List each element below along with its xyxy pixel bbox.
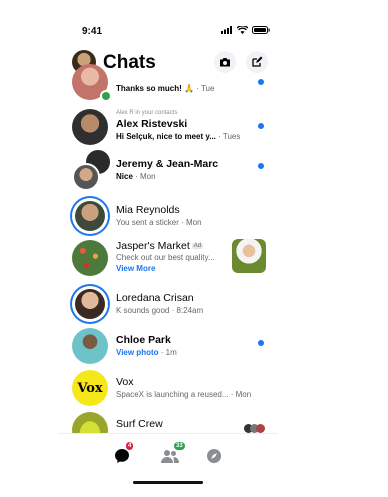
chats-badge: 4	[126, 442, 134, 450]
chat-name: Vox	[116, 376, 134, 388]
tab-chats[interactable]: 4	[110, 442, 134, 468]
online-indicator	[100, 90, 112, 102]
chat-row-chloe-park[interactable]: Chloe Park View photo · 1m	[58, 326, 278, 372]
avatar	[72, 240, 108, 276]
chat-preview: Hi Selçuk, nice to meet y... · Tues	[116, 132, 241, 141]
wifi-icon	[237, 26, 248, 34]
battery-icon	[252, 26, 270, 34]
unread-dot	[258, 163, 264, 169]
chat-row-vox[interactable]: Vox Vox SpaceX is launching a reused... …	[58, 368, 278, 414]
messenger-screen: 9:41 Chats Thanks so much! 🙏 · Tue Alex …	[58, 0, 278, 497]
chat-name: Loredana Crisan	[116, 292, 194, 304]
chat-row-loredana-crisan[interactable]: Loredana Crisan K sounds good · 8:24am	[58, 284, 278, 330]
contact-context: Alex R in your contacts	[116, 110, 178, 116]
unread-dot	[258, 340, 264, 346]
group-avatar-front	[72, 163, 100, 191]
ad-thumbnail[interactable]	[232, 239, 266, 273]
chat-name: Chloe Park	[116, 334, 171, 346]
avatar	[72, 198, 108, 234]
ad-badge: Ad	[191, 243, 204, 249]
chat-name: Mia Reynolds	[116, 204, 180, 216]
status-bar: 9:41	[58, 0, 278, 40]
home-indicator	[133, 481, 203, 484]
chat-bubble-icon	[115, 449, 129, 463]
people-icon	[161, 450, 179, 463]
signal-icon	[221, 26, 232, 34]
compass-icon	[207, 449, 221, 463]
chat-preview: View photo · 1m	[116, 348, 177, 357]
unread-dot	[258, 123, 264, 129]
unread-dot	[258, 79, 264, 85]
tab-discover[interactable]	[202, 444, 226, 468]
tab-people[interactable]: 33	[158, 442, 185, 468]
vox-logo: Vox	[77, 380, 103, 396]
chat-name: Surf Crew	[116, 418, 163, 430]
compose-icon	[252, 56, 263, 67]
chat-name: Jasper's Market Ad	[116, 240, 204, 252]
chat-name: Jeremy & Jean-Marc	[116, 158, 219, 170]
chat-row-mia-reynolds[interactable]: Mia Reynolds You sent a sticker · Mon	[58, 196, 278, 242]
avatar: Vox	[72, 370, 108, 406]
view-more-link[interactable]: View More	[116, 264, 155, 273]
avatar	[72, 286, 108, 322]
system-icons	[221, 26, 270, 34]
people-badge: 33	[174, 442, 185, 450]
chat-name: Alex Ristevski	[116, 118, 188, 130]
chat-row-alex-ristevski[interactable]: Alex R in your contacts Alex Ristevski H…	[58, 104, 278, 150]
chat-preview: Thanks so much! 🙏 · Tue	[116, 84, 215, 93]
tab-bar: 4 33	[58, 433, 278, 497]
chat-preview: Check out our best quality...	[116, 253, 215, 262]
chat-preview: You sent a sticker · Mon	[116, 218, 202, 227]
avatar	[72, 328, 108, 364]
chat-row-jaspers-market[interactable]: Jasper's Market Ad Check out our best qua…	[58, 238, 278, 284]
avatar	[72, 109, 108, 145]
chat-row-jeremy-jean-marc[interactable]: Jeremy & Jean-Marc Nice · Mon	[58, 150, 278, 196]
chat-preview: SpaceX is launching a reused... · Mon	[116, 390, 252, 399]
chat-preview: Nice · Mon	[116, 172, 156, 181]
chat-preview: K sounds good · 8:24am	[116, 306, 204, 315]
status-time: 9:41	[82, 26, 103, 37]
camera-icon	[220, 58, 230, 67]
